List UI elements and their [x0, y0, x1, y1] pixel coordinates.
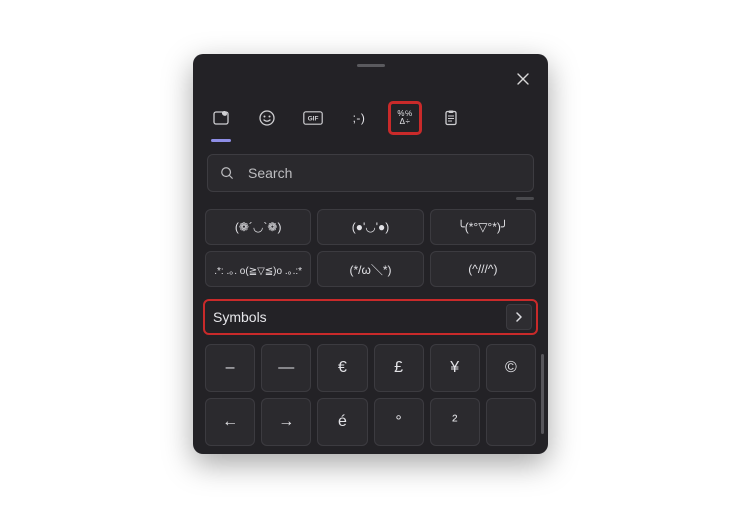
kaomoji-item[interactable]: ╰(*°▽°*)╯ [430, 209, 536, 245]
symbol-item[interactable]: ¥ [430, 344, 480, 392]
kaomoji-item[interactable]: (^///^) [430, 251, 536, 287]
clipboard-icon [442, 109, 460, 127]
symbol-item[interactable]: → [261, 398, 311, 446]
tab-kaomoji[interactable]: ;-) [345, 104, 373, 132]
close-button[interactable] [512, 68, 534, 90]
symbol-grid: – — € £ ¥ © ← → é ° ² [205, 344, 536, 446]
section-title: Symbols [213, 309, 506, 325]
emoji-panel: GIF ;-) %℅ Δ÷ [193, 54, 548, 454]
close-icon [517, 73, 529, 85]
scrollbar[interactable] [541, 354, 544, 434]
symbol-item[interactable]: € [317, 344, 367, 392]
chevron-right-icon [514, 312, 524, 322]
svg-text:GIF: GIF [308, 116, 319, 123]
symbols-section-header[interactable]: Symbols [203, 299, 538, 335]
tab-clipboard[interactable] [437, 104, 465, 132]
tab-symbols[interactable]: %℅ Δ÷ [391, 104, 419, 132]
search-icon [220, 166, 234, 180]
kaomoji-item[interactable]: (❁´◡`❁) [205, 209, 311, 245]
emoji-icon [258, 109, 276, 127]
kaomoji-item[interactable]: (*/ω＼*) [317, 251, 423, 287]
symbol-item[interactable]: é [317, 398, 367, 446]
category-tabs: GIF ;-) %℅ Δ÷ [207, 104, 465, 132]
symbol-item[interactable]: ² [430, 398, 480, 446]
search-box[interactable] [207, 154, 534, 192]
symbol-item[interactable]: © [486, 344, 536, 392]
drag-handle[interactable] [357, 64, 385, 67]
kaomoji-grid: (❁´◡`❁) (●'◡'●) ╰(*°▽°*)╯ .*: .｡. o(≧▽≦)… [205, 209, 536, 287]
kaomoji-icon: ;-) [353, 114, 366, 122]
section-indicator [516, 197, 534, 200]
symbol-item[interactable] [486, 398, 536, 446]
tab-recent[interactable] [207, 104, 235, 132]
kaomoji-item[interactable]: .*: .｡. o(≧▽≦)o .｡.:* [205, 251, 311, 287]
tab-gif[interactable]: GIF [299, 104, 327, 132]
symbol-item[interactable]: ← [205, 398, 255, 446]
tab-emoji[interactable] [253, 104, 281, 132]
search-input[interactable] [246, 164, 521, 182]
symbol-item[interactable]: – [205, 344, 255, 392]
symbol-item[interactable]: £ [374, 344, 424, 392]
symbol-item[interactable]: — [261, 344, 311, 392]
kaomoji-item[interactable]: (●'◡'●) [317, 209, 423, 245]
symbols-icon: %℅ Δ÷ [397, 110, 412, 126]
symbol-item[interactable]: ° [374, 398, 424, 446]
recent-icon [212, 109, 230, 127]
gif-icon: GIF [303, 111, 323, 125]
expand-button[interactable] [506, 304, 532, 330]
